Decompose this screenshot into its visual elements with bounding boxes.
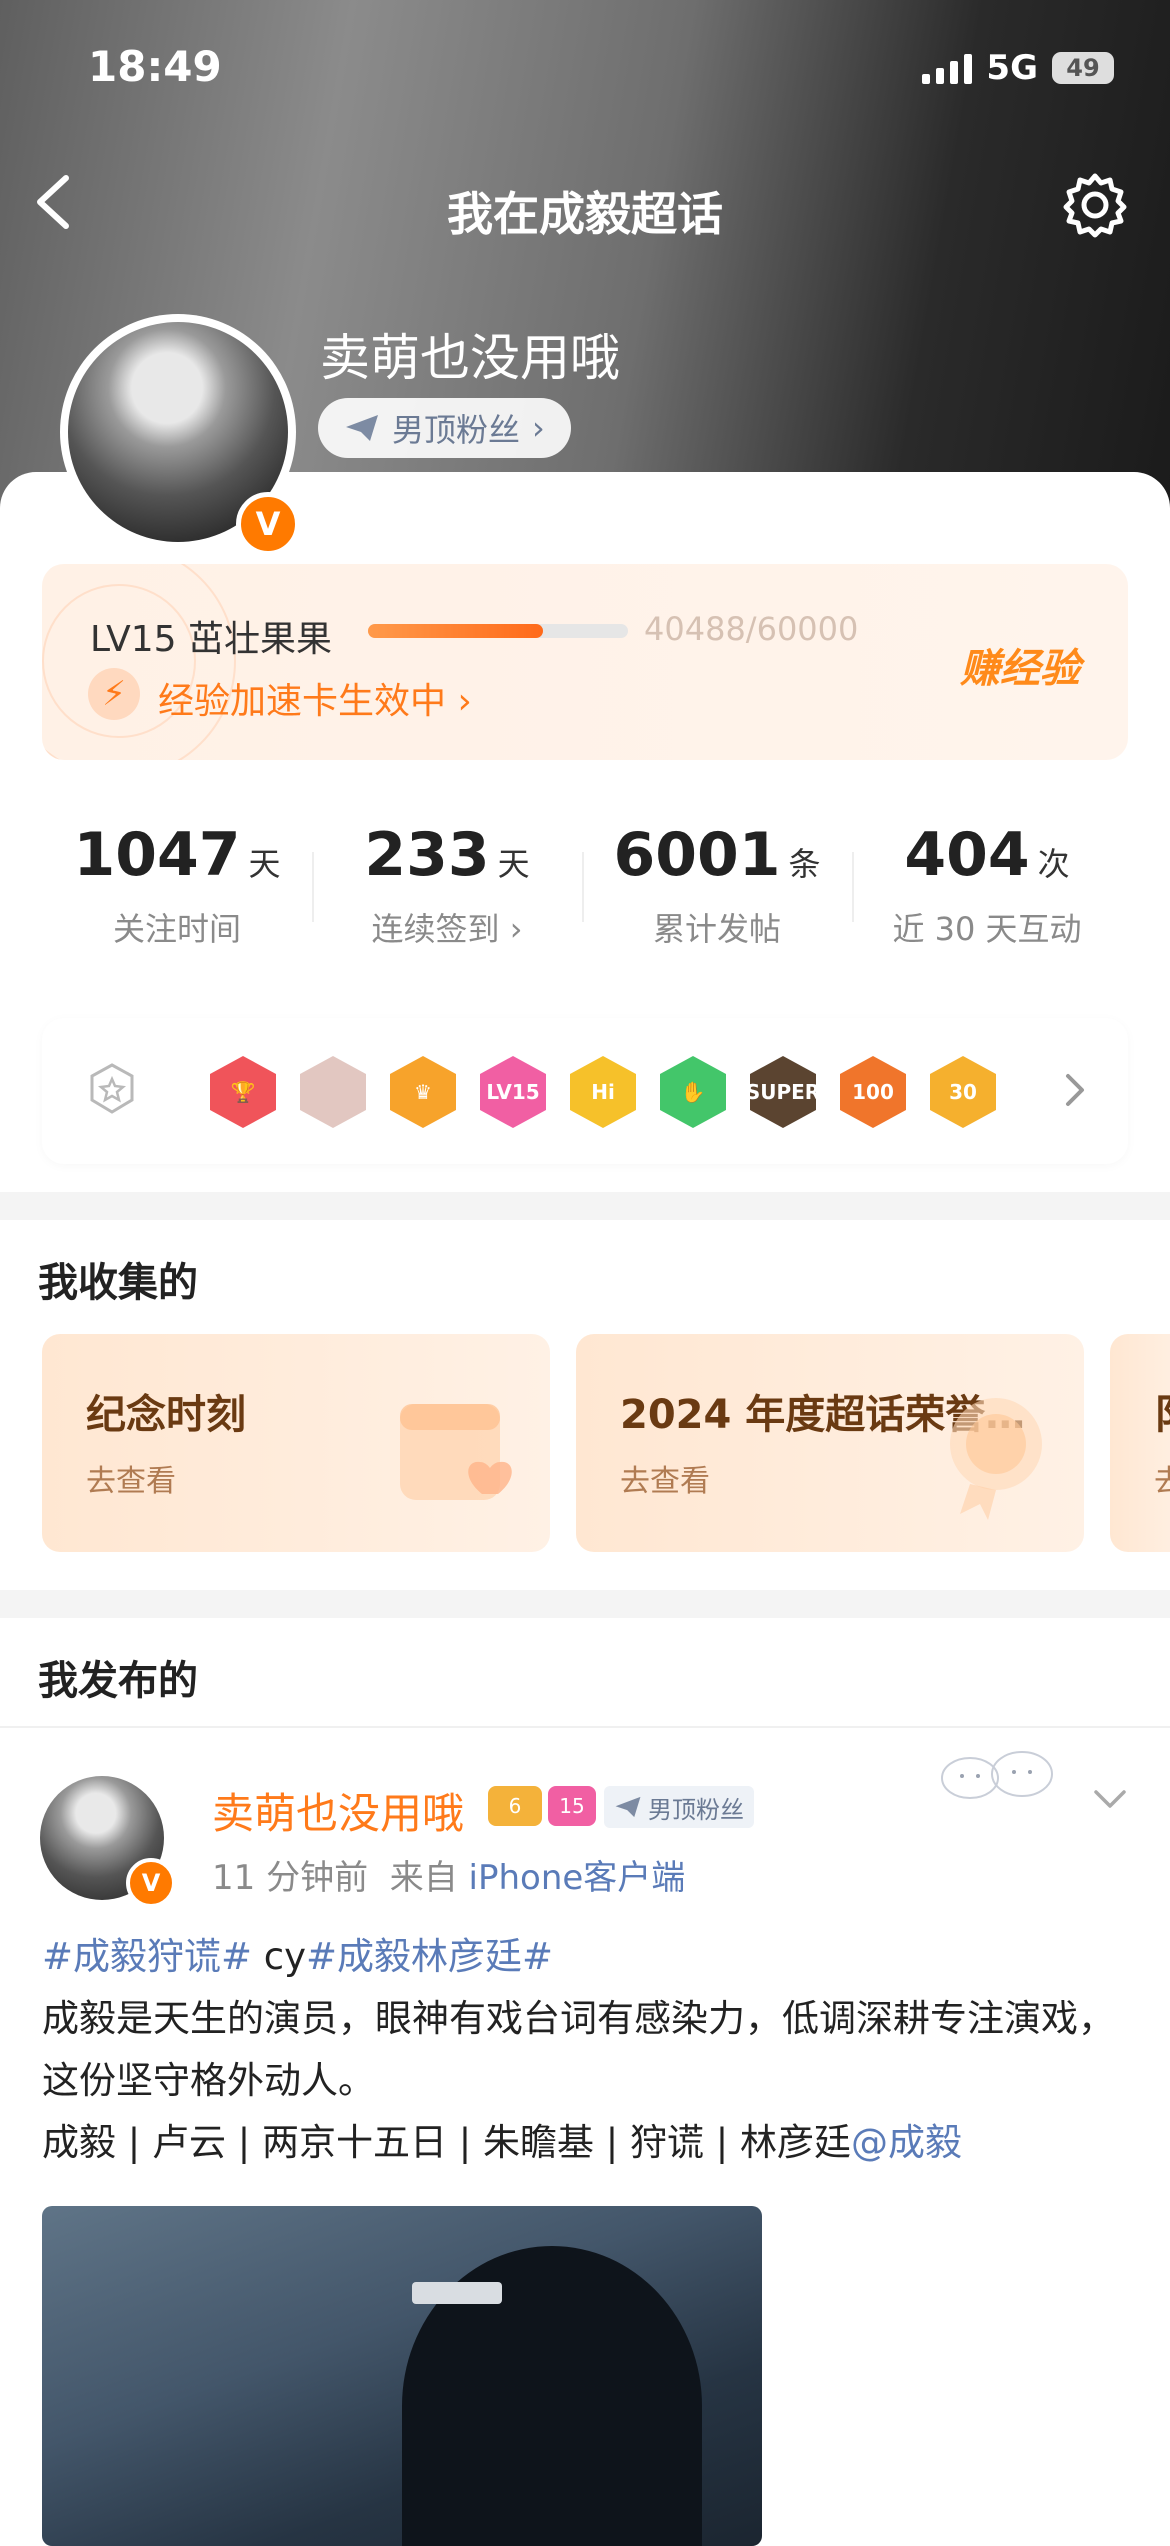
award-medal-icon xyxy=(950,1398,1042,1520)
post-fan-tag-label: 男顶粉丝 xyxy=(648,1795,744,1824)
earn-exp-button[interactable]: 赚经验 xyxy=(960,636,1080,694)
stat-label: 累计发帖 xyxy=(652,910,781,948)
stat-label: 连续签到 xyxy=(371,910,500,948)
collect-card-moments[interactable]: 纪念时刻 去查看 xyxy=(42,1334,550,1552)
collect-card-title: 阝 xyxy=(1154,1382,1170,1440)
boost-link[interactable]: 经验加速卡生效中 › xyxy=(158,672,472,724)
stat-total-posts: 6001 条 累计发帖 xyxy=(582,820,852,950)
super-medal[interactable]: SUPER xyxy=(750,1056,816,1128)
stat-unit: 天 xyxy=(497,845,530,883)
30-days-medal[interactable]: 30 xyxy=(930,1056,996,1128)
post-hashtags: #成毅狩谎# cy#成毅林彦廷# xyxy=(42,1926,1132,1988)
stat-label: 关注时间 xyxy=(112,910,241,948)
verified-badge: V xyxy=(126,1858,176,1908)
stat-interactions: 404 次 近 30 天互动 xyxy=(852,820,1122,950)
post-inline-text: cy xyxy=(252,1935,307,1978)
stat-value: 233 xyxy=(364,820,490,890)
battery-level: 49 xyxy=(1066,54,1100,82)
chevron-right-icon: › xyxy=(499,910,523,948)
post-tags-line: 成毅 | 卢云 | 两京十五日 | 朱瞻基 | 狩谎 | 林彦廷@成毅 xyxy=(42,2112,1132,2174)
stat-unit: 条 xyxy=(788,845,821,883)
post-meta: 11 分钟前 来自 iPhone客户端 xyxy=(212,1850,685,1899)
calendar-heart-icon xyxy=(400,1404,512,1500)
crown-medal[interactable]: ♛ xyxy=(390,1056,456,1128)
paper-plane-icon xyxy=(615,1796,641,1818)
collect-card-title: 纪念时刻 xyxy=(86,1392,246,1438)
post-image-headband xyxy=(412,2282,502,2304)
collect-card-more[interactable]: 阝 去 xyxy=(1110,1334,1170,1552)
gear-icon xyxy=(1063,173,1127,238)
100-days-medal[interactable]: 100 xyxy=(840,1056,906,1128)
network-label: 5G xyxy=(986,48,1038,88)
collect-card-sub: 去查看 xyxy=(620,1464,710,1499)
collect-card-sub: 去查看 xyxy=(86,1464,176,1499)
rank-crown-badge: 6 xyxy=(488,1786,542,1826)
status-time: 18:49 xyxy=(88,42,222,91)
verified-badge: V xyxy=(236,492,300,556)
stat-checkin-days[interactable]: 233 天 连续签到 › xyxy=(312,820,582,950)
post-author[interactable]: 卖萌也没用哦 xyxy=(212,1780,464,1841)
cats-sticker-icon xyxy=(941,1751,1053,1799)
username: 卖萌也没用哦 xyxy=(320,329,620,387)
chevron-right-icon: › xyxy=(532,409,545,447)
level-progress-text: 40488/60000 xyxy=(644,610,859,648)
mention-link[interactable]: @成毅 xyxy=(851,2121,962,2164)
stat-label: 近 30 天互动 xyxy=(892,910,1082,948)
lv15-medal[interactable]: LV15 xyxy=(480,1056,546,1128)
hashtag-link[interactable]: #成毅林彦廷# xyxy=(306,1935,553,1978)
battery-icon: 49 xyxy=(1052,52,1114,84)
level-diamond-badge: 15 xyxy=(548,1786,596,1826)
level-label: LV15 茁壮果果 xyxy=(90,619,332,660)
published-title: 我发布的 xyxy=(38,1658,198,1704)
paper-plane-icon xyxy=(346,415,378,441)
chevron-right-icon: › xyxy=(457,681,472,722)
post-body: 成毅是天生的演员，眼神有戏台词有感染力，低调深耕专注演戏，这份坚守格外动人。 xyxy=(42,1997,1115,2102)
post-source-prefix: 来自 xyxy=(389,1858,458,1898)
chevron-right-icon xyxy=(1066,1074,1084,1106)
hand-medal[interactable]: ✋ xyxy=(660,1056,726,1128)
hi-medal[interactable]: Hi xyxy=(570,1056,636,1128)
trophy-medal[interactable]: 🏆 xyxy=(210,1056,276,1128)
boost-label: 经验加速卡生效中 xyxy=(158,681,447,722)
stats-panel: 1047 天 关注时间 233 天 连续签到 › 6001 条 累计发帖 404 次 近… xyxy=(42,792,1128,988)
hashtag-link[interactable]: #成毅狩谎# xyxy=(42,1935,252,1978)
stat-unit: 次 xyxy=(1037,845,1070,883)
post-image[interactable] xyxy=(42,2206,762,2546)
stat-value: 404 xyxy=(904,820,1030,890)
collect-card-honor[interactable]: 2024 年度超话荣誉… 去查看 xyxy=(576,1334,1084,1552)
level-progress-bar xyxy=(368,624,628,638)
fan-tag[interactable]: 男顶粉丝 › xyxy=(318,398,571,458)
rank-badge-value: 6 xyxy=(508,1794,522,1818)
post-source[interactable]: iPhone客户端 xyxy=(469,1858,686,1898)
lightning-icon: ⚡ xyxy=(88,668,140,720)
level-progress-fill xyxy=(368,624,544,638)
post-tags-text: 成毅 | 卢云 | 两京十五日 | 朱瞻基 | 狩谎 | 林彦廷 xyxy=(42,2121,851,2164)
stat-follow-days: 1047 天 关注时间 xyxy=(42,820,312,950)
medal-outline-icon xyxy=(90,1063,134,1114)
collected-title: 我收集的 xyxy=(38,1260,198,1306)
section-gap xyxy=(0,1192,1170,1220)
chibi-medal[interactable] xyxy=(300,1056,366,1128)
signal-icon xyxy=(922,52,973,84)
post-time: 11 分钟前 xyxy=(212,1858,369,1898)
chevron-down-icon[interactable] xyxy=(1090,1784,1130,1814)
stat-unit: 天 xyxy=(248,845,281,883)
medals-row[interactable]: 🏆 ♛ LV15 Hi ✋ SUPER 100 30 xyxy=(42,1018,1128,1164)
stat-value: 1047 xyxy=(73,820,241,890)
level-badge-value: 15 xyxy=(559,1794,585,1818)
collect-card-sub: 去 xyxy=(1154,1464,1170,1499)
post-fan-tag: 男顶粉丝 xyxy=(604,1786,754,1828)
page-title: 我在成毅超话 xyxy=(447,187,723,241)
stat-value: 6001 xyxy=(613,820,781,890)
section-gap xyxy=(0,1590,1170,1618)
fan-tag-label: 男顶粉丝 xyxy=(392,411,521,449)
status-icons: 5G 49 xyxy=(922,48,1114,88)
settings-button[interactable] xyxy=(1060,170,1130,240)
